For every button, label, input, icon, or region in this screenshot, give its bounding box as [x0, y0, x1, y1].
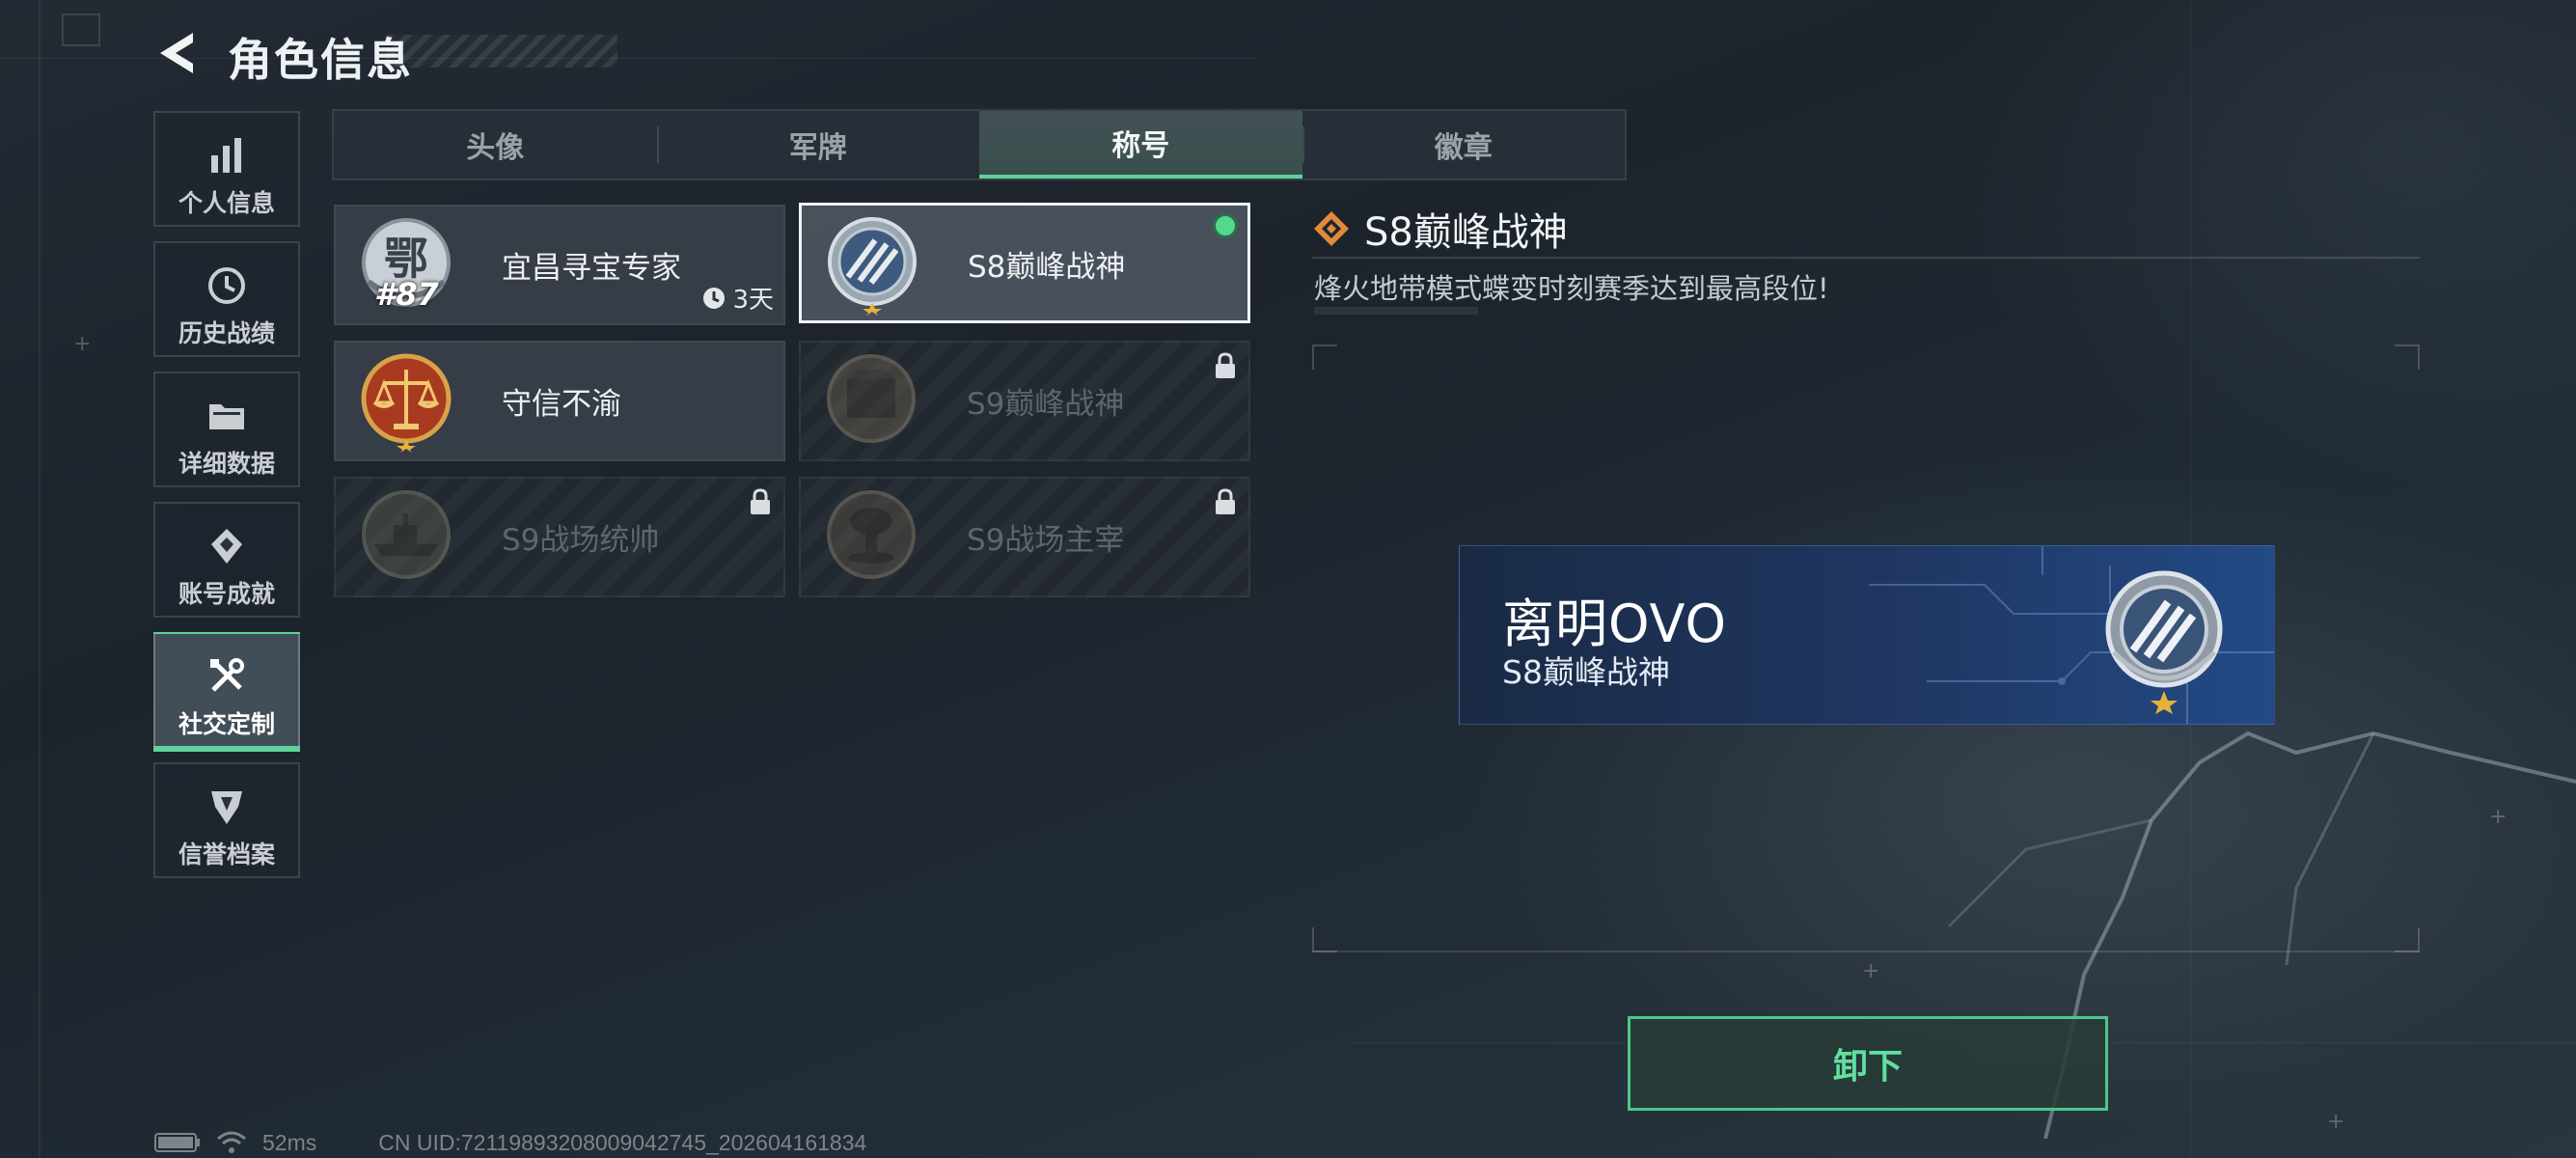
lock-icon	[1216, 488, 1235, 514]
frame-bottom-line	[1312, 951, 2420, 952]
header: 角色信息	[154, 21, 637, 87]
ping-text: 52ms	[262, 1129, 317, 1155]
title-name: S9战场主宰	[967, 523, 1125, 558]
title-duration-text: 3天	[732, 286, 774, 315]
scales-emblem-icon	[355, 350, 457, 453]
title-name: S9战场统帅	[502, 523, 660, 558]
title-card-s9-dominator[interactable]: S9战场主宰	[799, 477, 1250, 597]
lock-icon	[1216, 352, 1235, 378]
province-emblem-icon: 鄂 #87	[355, 214, 457, 317]
frame-corner	[2395, 927, 2420, 952]
tab-title[interactable]: 称号	[979, 111, 1302, 179]
tab-bar: 头像 军牌 称号 徽章	[332, 109, 1627, 180]
sidebar-item-label: 个人信息	[178, 189, 275, 217]
detail-description: 烽火地带模式蝶变时刻赛季达到最高段位!	[1314, 272, 1829, 305]
tab-avatar[interactable]: 头像	[334, 111, 657, 179]
clock-icon	[703, 287, 726, 309]
title-card-s8-peak[interactable]: S8巅峰战神	[799, 203, 1250, 323]
bar-chart-icon	[211, 138, 241, 173]
sidebar-item-label: 账号成就	[178, 580, 275, 608]
bg-grid-line	[39, 0, 41, 1158]
sidebar-item-label: 社交定制	[178, 710, 275, 738]
sidebar-item-detailed-data[interactable]: 详细数据	[153, 372, 300, 487]
battery-icon	[154, 1133, 200, 1152]
frame-corner	[2395, 345, 2420, 370]
frame-corner	[1312, 345, 1337, 370]
title-card-s9-peak[interactable]: S9巅峰战神	[799, 341, 1250, 461]
lock-icon	[751, 488, 770, 514]
unequip-button[interactable]: 卸下	[1628, 1016, 2108, 1111]
tab-dog-tag[interactable]: 军牌	[656, 111, 980, 179]
detail-title: S8巅峰战神	[1312, 201, 1568, 257]
status-bar: 52ms CN UID:72119893208009042745_2026041…	[154, 1129, 866, 1156]
warship-emblem-icon	[355, 486, 457, 589]
achievement-icon	[211, 529, 242, 564]
sidebar-item-credit-file[interactable]: 信誉档案	[153, 762, 300, 878]
mushroom-cloud-emblem-icon	[820, 486, 922, 589]
back-arrow-icon[interactable]	[154, 29, 199, 77]
wifi-icon	[217, 1131, 246, 1153]
history-clock-icon	[208, 267, 245, 304]
s8-peak-emblem-icon	[2105, 570, 2223, 714]
bg-corner-deco	[62, 14, 100, 46]
tools-icon	[210, 658, 244, 692]
credit-shield-icon	[211, 791, 242, 824]
sidebar-item-history[interactable]: 历史战绩	[153, 241, 300, 357]
sidebar-item-personal-info[interactable]: 个人信息	[153, 111, 300, 227]
equipped-indicator	[1213, 213, 1238, 238]
uid-text: CN UID:72119893208009042745_202604161834	[378, 1129, 867, 1155]
bg-crosshair: +	[73, 332, 92, 356]
nameplate-preview: 离明OVO S8巅峰战神	[1459, 545, 2275, 725]
title-card-trustworthy[interactable]: 守信不渝	[334, 341, 785, 461]
detail-divider	[1312, 257, 2420, 259]
sidebar-item-label: 信誉档案	[178, 841, 275, 868]
sidebar-item-achievements[interactable]: 账号成就	[153, 502, 300, 618]
title-name: 守信不渝	[502, 387, 621, 422]
title-card-s9-commander[interactable]: S9战场统帅	[334, 477, 785, 597]
sidebar-item-label: 详细数据	[178, 450, 275, 478]
nameplate-title: S8巅峰战神	[1502, 653, 1670, 691]
folder-icon	[209, 404, 244, 429]
title-name: S8巅峰战神	[968, 250, 1126, 285]
sidebar-item-label: 历史战绩	[178, 319, 275, 347]
title-card-yichang-expert[interactable]: 鄂 #87 宜昌寻宝专家 3天	[334, 205, 785, 325]
title-name: 宜昌寻宝专家	[502, 251, 681, 286]
detail-title-text: S8巅峰战神	[1364, 210, 1568, 255]
title-name: S9巅峰战神	[967, 387, 1125, 422]
title-duration: 3天	[701, 280, 774, 316]
s8-peak-emblem-icon	[821, 213, 923, 316]
detail-tag-deco	[1314, 307, 1478, 315]
tab-badge[interactable]: 徽章	[1302, 111, 1626, 179]
fortress-emblem-icon	[820, 350, 922, 453]
title-stripe-deco	[386, 35, 617, 68]
emblem-rank-number: #87	[374, 276, 439, 313]
sidebar-item-social-custom[interactable]: 社交定制	[153, 632, 300, 752]
frame-corner	[1312, 927, 1337, 952]
diamond-rank-icon	[1314, 211, 1349, 246]
